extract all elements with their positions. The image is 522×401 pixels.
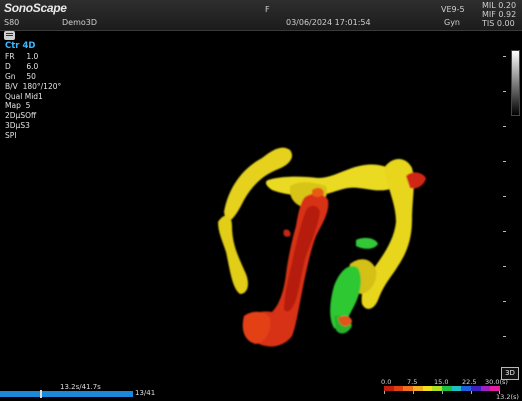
velocity-ticks [384, 391, 500, 395]
grayscale-bar [511, 50, 520, 116]
velocity-label: 30.0(s) [485, 378, 508, 386]
velocity-label: 15.0 [434, 378, 449, 386]
3d-volume-render[interactable] [0, 0, 522, 400]
velocity-label: 0.0 [381, 378, 392, 386]
depth-scale-ticks [503, 56, 506, 371]
velocity-label: 7.5 [407, 378, 418, 386]
velocity-label: 22.5 [462, 378, 477, 386]
cine-progress-bar[interactable] [0, 391, 133, 397]
cine-progress-handle[interactable] [40, 390, 42, 398]
cine-frame-count: 13/41 [135, 389, 156, 397]
cine-time-readout: 13.2s/41.7s [60, 383, 101, 391]
